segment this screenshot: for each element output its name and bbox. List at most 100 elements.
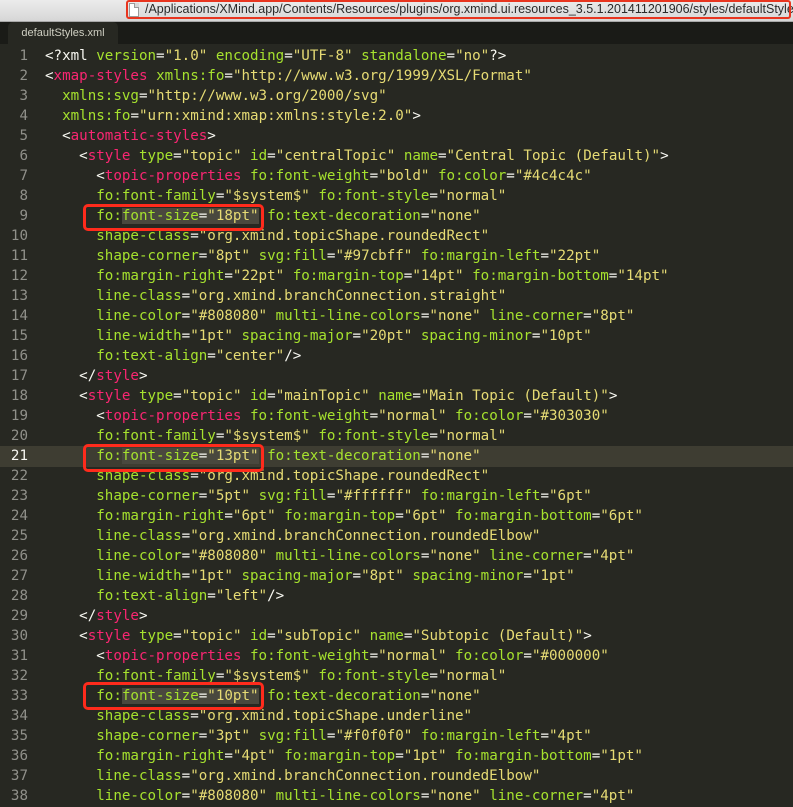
code-text: line-color="#808080" multi-line-colors="… <box>45 786 634 807</box>
code-text: shape-corner="3pt" svg:fill="#f0f0f0" fo… <box>45 726 591 747</box>
code-token: "none" <box>429 448 481 464</box>
code-token: version <box>96 48 157 64</box>
code-token: "#808080" <box>190 308 268 324</box>
code-token: = <box>583 308 592 324</box>
code-token: "org.xmind.branchConnection.straight" <box>190 288 507 304</box>
code-line-15[interactable]: 15 line-width="1pt" spacing-major="20pt"… <box>0 326 793 347</box>
code-line-13[interactable]: 13 line-class="org.xmind.branchConnectio… <box>0 286 793 307</box>
code-token: fo:font-style <box>318 428 430 444</box>
code-token: "normal" <box>378 408 447 424</box>
code-line-37[interactable]: 37 line-class="org.xmind.branchConnectio… <box>0 766 793 787</box>
code-token: = <box>446 48 456 64</box>
code-token: < <box>45 388 88 404</box>
code-token: "#000000" <box>531 648 609 664</box>
code-token: line-color <box>96 548 182 564</box>
code-token: "subTopic" <box>275 628 362 644</box>
code-line-16[interactable]: 16 fo:text-align="center"/> <box>0 346 793 367</box>
code-line-12[interactable]: 12 fo:margin-right="22pt" fo:margin-top=… <box>0 266 793 287</box>
code-token: svg:fill <box>258 248 327 264</box>
code-token: = <box>224 508 233 524</box>
highlight-box-line-21 <box>83 444 264 472</box>
code-line-26[interactable]: 26 line-color="#808080" multi-line-color… <box>0 546 793 567</box>
code-token: fo:font-weight <box>250 648 370 664</box>
code-line-4[interactable]: 4 xmlns:fo="urn:xmind:xmap:xmlns:style:2… <box>0 106 793 127</box>
code-line-5[interactable]: 5 <automatic-styles> <box>0 126 793 147</box>
code-token: "1.0" <box>164 48 208 64</box>
code-token: < <box>45 68 54 84</box>
line-number: 15 <box>10 328 28 344</box>
code-line-3[interactable]: 3 xmlns:svg="http://www.w3.org/2000/svg" <box>0 86 793 107</box>
code-token: "none" <box>429 208 481 224</box>
code-token: = <box>181 288 191 304</box>
tab-defaultstyles-xml[interactable]: defaultStyles.xml <box>8 22 118 44</box>
code-token: name <box>369 628 404 644</box>
code-line-38[interactable]: 38 line-color="#808080" multi-line-color… <box>0 786 793 807</box>
code-line-27[interactable]: 27 line-width="1pt" spacing-major="8pt" … <box>0 566 793 587</box>
code-text: <style type="topic" id="mainTopic" name=… <box>45 386 617 407</box>
line-number: 24 <box>10 508 28 524</box>
code-line-19[interactable]: 19 <topic-properties fo:font-weight="nor… <box>0 406 793 427</box>
code-token: style <box>96 368 139 384</box>
code-line-35[interactable]: 35 shape-corner="3pt" svg:fill="#f0f0f0"… <box>0 726 793 747</box>
path-highlight-box <box>126 0 791 19</box>
code-token: < <box>45 648 105 664</box>
code-line-7[interactable]: 7 <topic-properties fo:font-weight="bold… <box>0 166 793 187</box>
code-token: "8pt" <box>361 568 404 584</box>
code-token: "none" <box>429 688 481 704</box>
code-token: "no" <box>455 48 490 64</box>
code-token: = <box>369 408 379 424</box>
code-line-31[interactable]: 31 <topic-properties fo:font-weight="nor… <box>0 646 793 667</box>
code-token: = <box>198 488 208 504</box>
line-number: 1 <box>19 48 28 64</box>
line-number: 18 <box>10 388 28 404</box>
code-line-28[interactable]: 28 fo:text-align="left"/> <box>0 586 793 607</box>
code-token: "none" <box>429 548 481 564</box>
code-line-6[interactable]: 6 <style type="topic" id="centralTopic" … <box>0 146 793 167</box>
code-text: </style> <box>45 366 147 387</box>
code-token: "http://www.w3.org/2000/svg" <box>147 88 387 104</box>
code-line-17[interactable]: 17 </style> <box>0 366 793 387</box>
code-token: fo:margin-left <box>420 488 541 504</box>
code-line-30[interactable]: 30 <style type="topic" id="subTopic" nam… <box>0 626 793 647</box>
code-token: = <box>438 148 447 164</box>
line-number: 28 <box>10 588 28 604</box>
code-token: shape-corner <box>96 728 199 744</box>
code-line-1[interactable]: 1 <?xml version="1.0" encoding="UTF-8" st… <box>0 46 793 67</box>
code-token: standalone <box>361 48 447 64</box>
code-line-18[interactable]: 18 <style type="topic" id="mainTopic" na… <box>0 386 793 407</box>
code-line-29[interactable]: 29 </style> <box>0 606 793 627</box>
code-token: = <box>591 748 601 764</box>
code-line-23[interactable]: 23 shape-corner="5pt" svg:fill="#ffffff"… <box>0 486 793 507</box>
code-text: <automatic-styles> <box>45 126 216 147</box>
code-line-11[interactable]: 11 shape-corner="8pt" svg:fill="#97cbff"… <box>0 246 793 267</box>
line-number: 36 <box>10 748 28 764</box>
line-number: 32 <box>10 668 28 684</box>
code-line-14[interactable]: 14 line-color="#808080" multi-line-color… <box>0 306 793 327</box>
code-token: "4pt" <box>591 548 635 564</box>
code-token: "#303030" <box>531 408 609 424</box>
code-line-25[interactable]: 25 line-class="org.xmind.branchConnectio… <box>0 526 793 547</box>
code-token: fo:color <box>437 168 507 184</box>
code-token: "4pt" <box>232 748 276 764</box>
code-token: = <box>173 388 182 404</box>
code-token: fo:color <box>455 408 524 424</box>
code-token: = <box>198 248 208 264</box>
code-text: xmlns:svg="http://www.w3.org/2000/svg" <box>45 86 387 107</box>
code-text: <topic-properties fo:font-weight="bold" … <box>45 166 591 187</box>
code-line-2[interactable]: 2 <xmap-styles xmlns:fo="http://www.w3.or… <box>0 66 793 87</box>
code-token: style <box>96 608 139 624</box>
code-line-24[interactable]: 24 fo:margin-right="6pt" fo:margin-top="… <box>0 506 793 527</box>
code-token: > <box>583 628 592 644</box>
code-line-36[interactable]: 36 fo:margin-right="4pt" fo:margin-top="… <box>0 746 793 767</box>
line-number: 19 <box>10 408 28 424</box>
code-token: = <box>181 528 191 544</box>
